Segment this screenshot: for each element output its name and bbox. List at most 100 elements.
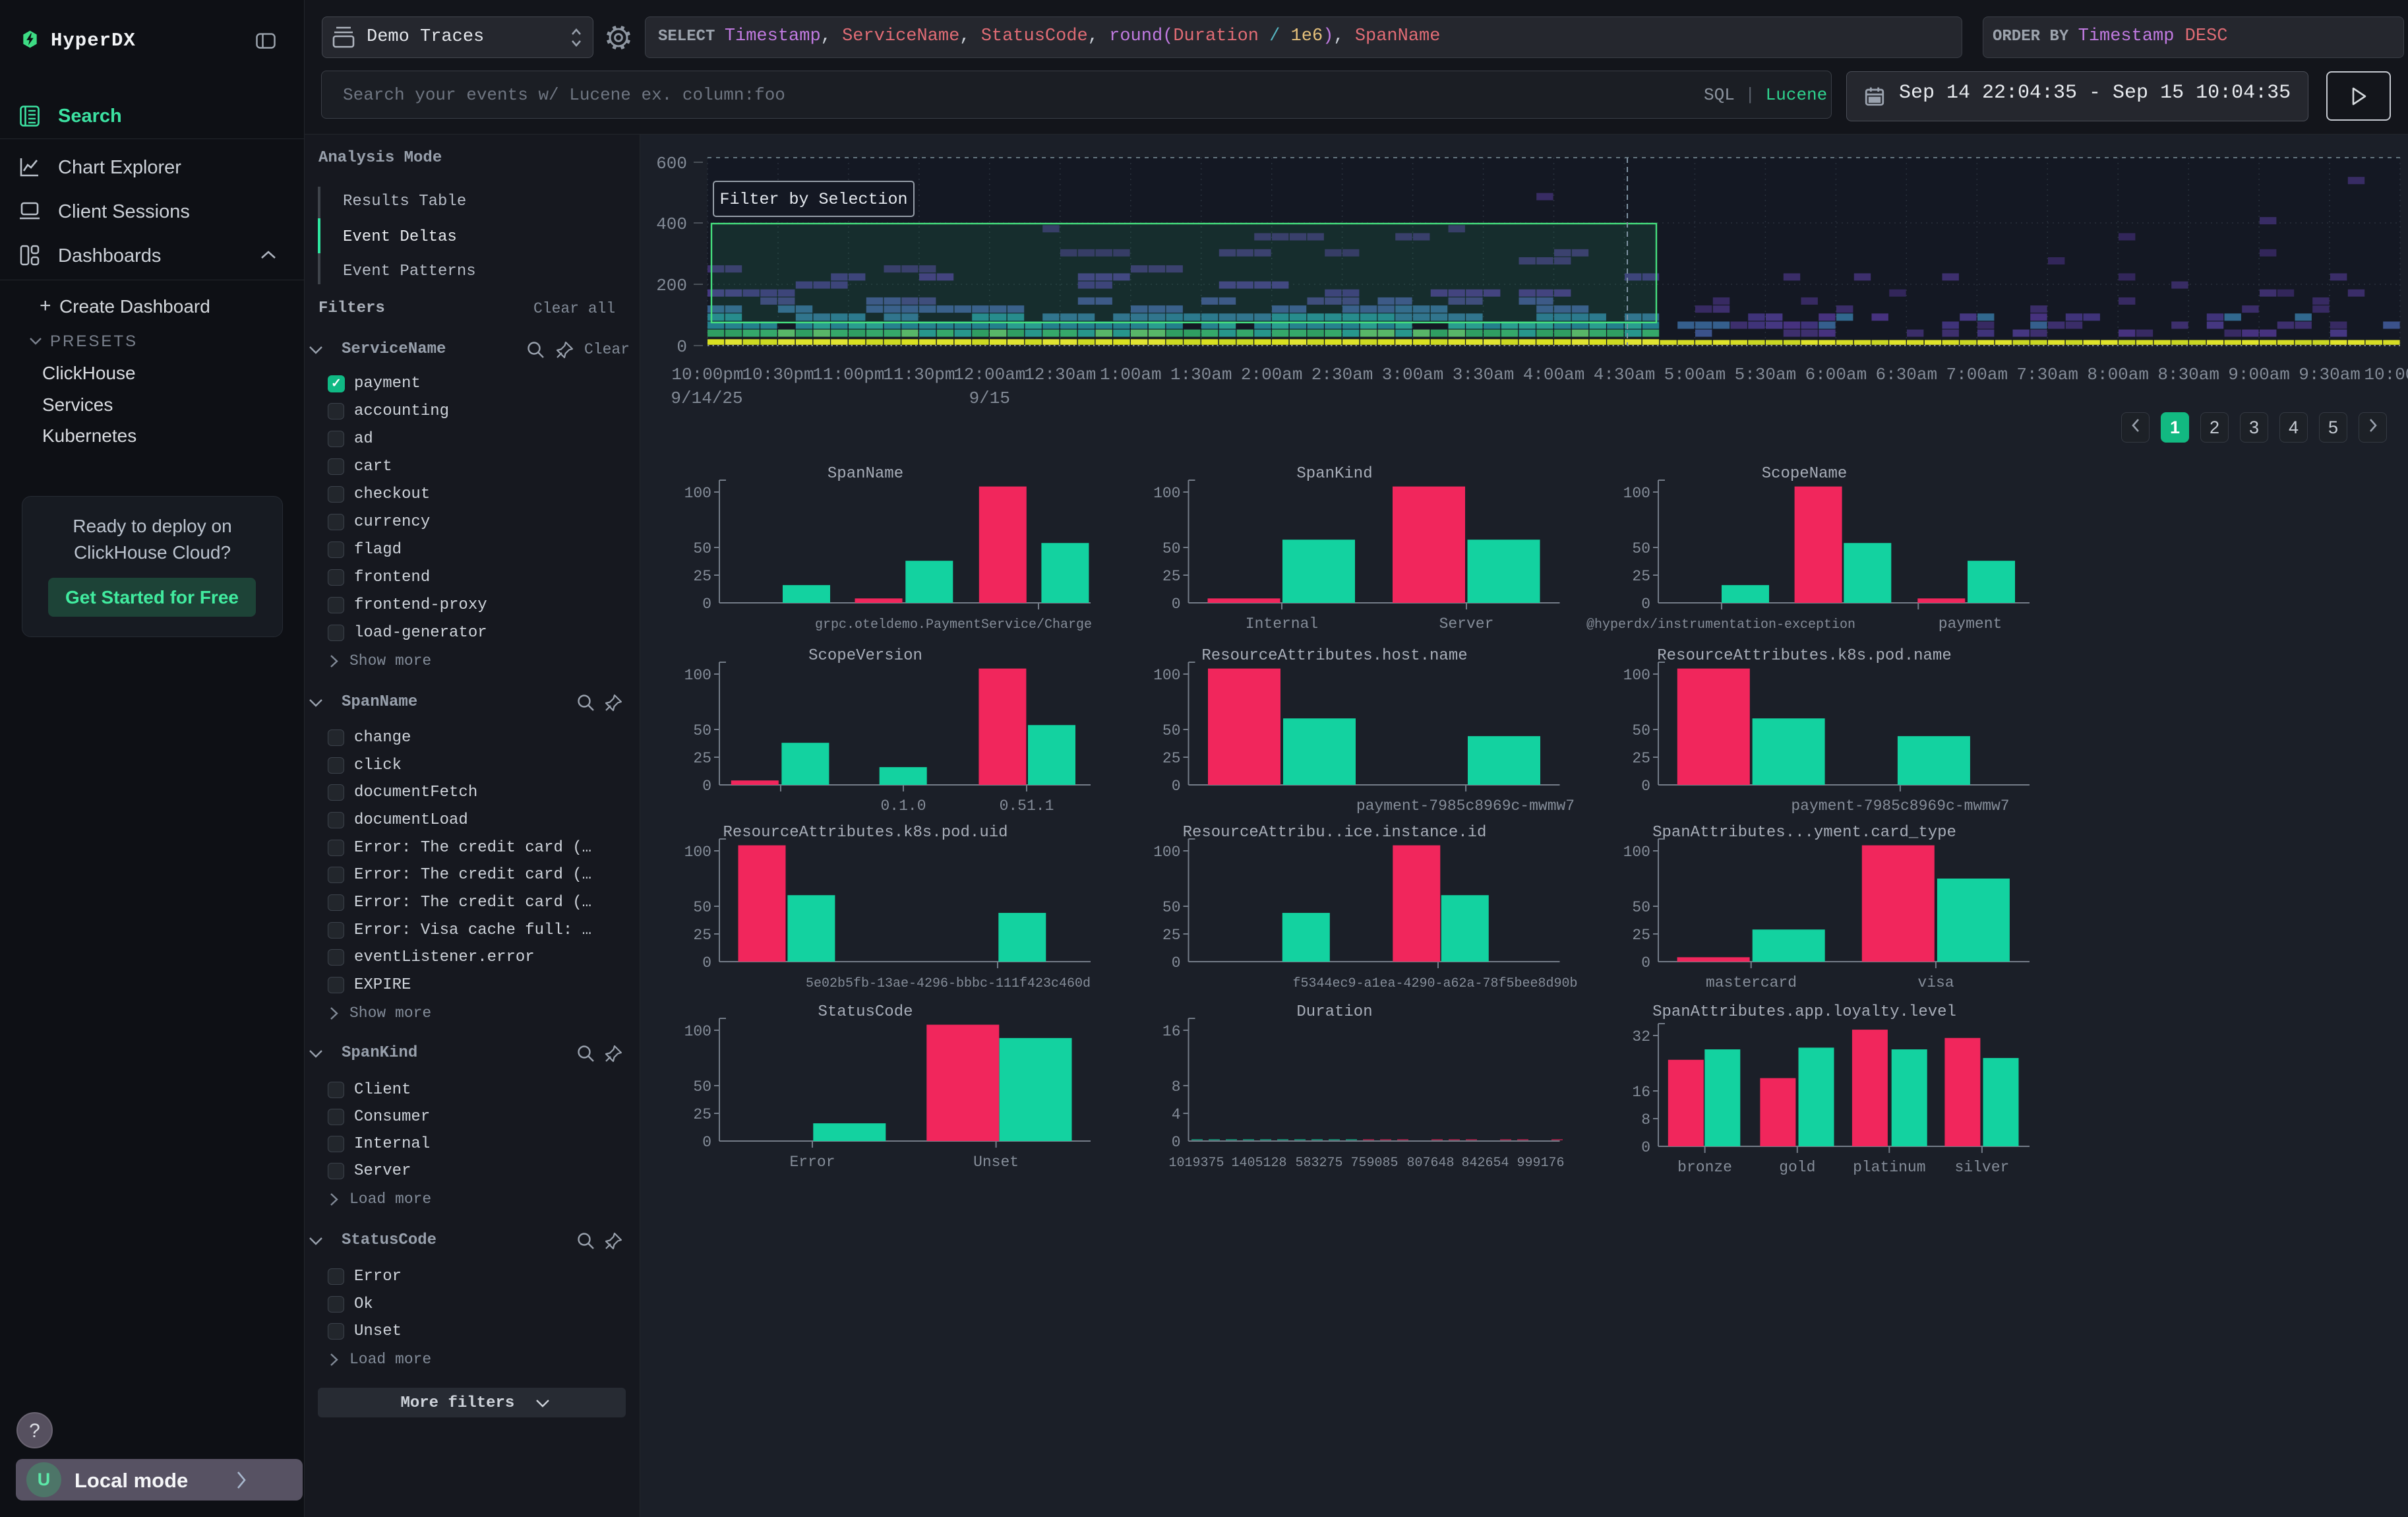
svg-text:payment: payment xyxy=(1939,615,2002,633)
svg-text:mastercard: mastercard xyxy=(1706,974,1797,991)
svg-text:SpanName: SpanName xyxy=(828,465,903,483)
svg-text:ResourceAttribu..ice.instance.: ResourceAttribu..ice.instance.id xyxy=(1183,824,1487,842)
svg-text:ResourceAttributes.host.name: ResourceAttributes.host.name xyxy=(1201,647,1467,665)
svg-text:100: 100 xyxy=(1153,485,1180,502)
svg-text:11:00pm: 11:00pm xyxy=(812,365,884,385)
svg-text:0: 0 xyxy=(1641,954,1650,972)
svg-text:8:30am: 8:30am xyxy=(2157,365,2219,385)
svg-text:2:00am: 2:00am xyxy=(1241,365,1303,385)
svg-text:0: 0 xyxy=(1641,1139,1650,1156)
svg-text:25: 25 xyxy=(1632,927,1650,944)
svg-text:bronze: bronze xyxy=(1677,1159,1732,1176)
svg-text:0: 0 xyxy=(702,1134,711,1151)
svg-text:5:30am: 5:30am xyxy=(1735,365,1797,385)
svg-text:StatusCode: StatusCode xyxy=(818,1003,913,1021)
svg-text:6:00am: 6:00am xyxy=(1805,365,1867,385)
svg-text:50: 50 xyxy=(1162,899,1181,916)
svg-text:11:30pm: 11:30pm xyxy=(883,365,955,385)
svg-text:25: 25 xyxy=(693,927,711,944)
svg-text:1019375: 1019375 xyxy=(1168,1156,1224,1171)
svg-text:9/14/25: 9/14/25 xyxy=(671,388,742,408)
svg-text:25: 25 xyxy=(1632,568,1650,585)
svg-text:25: 25 xyxy=(1632,750,1650,767)
svg-text:3:00am: 3:00am xyxy=(1382,365,1444,385)
svg-text:100: 100 xyxy=(1153,844,1180,861)
svg-text:12:00am: 12:00am xyxy=(953,365,1025,385)
svg-text:50: 50 xyxy=(1632,722,1650,739)
svg-text:25: 25 xyxy=(1162,568,1181,585)
svg-text:25: 25 xyxy=(1162,750,1181,767)
svg-text:6:30am: 6:30am xyxy=(1875,365,1937,385)
svg-text:2:30am: 2:30am xyxy=(1311,365,1373,385)
svg-text:0: 0 xyxy=(1172,596,1181,613)
svg-text:ScopeVersion: ScopeVersion xyxy=(808,647,922,665)
svg-text:0.1.0: 0.1.0 xyxy=(880,797,926,815)
svg-text:50: 50 xyxy=(693,540,711,557)
svg-text:50: 50 xyxy=(693,899,711,916)
svg-text:ResourceAttributes.k8s.pod.nam: ResourceAttributes.k8s.pod.name xyxy=(1657,647,1951,665)
svg-text:200: 200 xyxy=(656,276,687,295)
svg-text:ScopeName: ScopeName xyxy=(1762,465,1848,483)
svg-text:10:00am: 10:00am xyxy=(2364,365,2408,385)
svg-text:0: 0 xyxy=(702,954,711,972)
svg-text:50: 50 xyxy=(1162,540,1181,557)
svg-text:Unset: Unset xyxy=(973,1154,1019,1171)
svg-text:25: 25 xyxy=(693,750,711,767)
svg-text:silver: silver xyxy=(1954,1159,2009,1176)
svg-text:ResourceAttributes.k8s.pod.uid: ResourceAttributes.k8s.pod.uid xyxy=(723,824,1008,842)
svg-text:5e02b5fb-13ae-4296-bbbc-111f42: 5e02b5fb-13ae-4296-bbbc-111f423c460d xyxy=(806,976,1091,991)
svg-text:16: 16 xyxy=(1632,1084,1650,1101)
svg-text:5:00am: 5:00am xyxy=(1664,365,1726,385)
svg-text:100: 100 xyxy=(684,1023,711,1040)
svg-text:0: 0 xyxy=(702,596,711,613)
svg-text:0: 0 xyxy=(1172,1134,1181,1151)
svg-text:1405128: 1405128 xyxy=(1231,1156,1286,1171)
svg-text:25: 25 xyxy=(693,1106,711,1123)
svg-text:0: 0 xyxy=(702,778,711,795)
svg-text:SpanKind: SpanKind xyxy=(1296,465,1372,483)
svg-text:12:30am: 12:30am xyxy=(1024,365,1096,385)
svg-text:SpanAttributes...yment.card_ty: SpanAttributes...yment.card_type xyxy=(1652,824,1956,842)
svg-text:0: 0 xyxy=(677,337,687,357)
svg-text:100: 100 xyxy=(1153,667,1180,684)
svg-text:0: 0 xyxy=(1641,596,1650,613)
svg-text:50: 50 xyxy=(1632,540,1650,557)
svg-text:grpc.oteldemo.PaymentService/C: grpc.oteldemo.PaymentService/Charge xyxy=(815,617,1092,633)
svg-text:f5344ec9-a1ea-4290-a62a-78f5be: f5344ec9-a1ea-4290-a62a-78f5bee8d90b xyxy=(1292,976,1577,991)
svg-text:0: 0 xyxy=(1172,778,1181,795)
svg-text:8: 8 xyxy=(1641,1111,1650,1129)
svg-text:50: 50 xyxy=(1632,899,1650,916)
svg-text:9:30am: 9:30am xyxy=(2299,365,2361,385)
svg-text:gold: gold xyxy=(1779,1159,1815,1176)
svg-text:7:30am: 7:30am xyxy=(2016,365,2078,385)
svg-text:Duration: Duration xyxy=(1296,1003,1372,1021)
svg-text:Error: Error xyxy=(789,1154,835,1171)
svg-text:@hyperdx/instrumentation-excep: @hyperdx/instrumentation-exception xyxy=(1586,617,1855,633)
svg-text:4:00am: 4:00am xyxy=(1523,365,1585,385)
svg-text:100: 100 xyxy=(1623,844,1650,861)
svg-text:payment-7985c8969c-mwmw7: payment-7985c8969c-mwmw7 xyxy=(1791,797,2009,815)
svg-text:50: 50 xyxy=(693,722,711,739)
svg-text:4: 4 xyxy=(1172,1106,1181,1123)
svg-text:50: 50 xyxy=(1162,722,1181,739)
svg-text:platinum: platinum xyxy=(1853,1159,1925,1176)
svg-text:Internal: Internal xyxy=(1246,615,1318,633)
svg-text:100: 100 xyxy=(684,844,711,861)
svg-text:3:30am: 3:30am xyxy=(1453,365,1515,385)
svg-text:583275: 583275 xyxy=(1295,1156,1342,1171)
svg-text:1:00am: 1:00am xyxy=(1100,365,1162,385)
svg-text:100: 100 xyxy=(684,667,711,684)
svg-text:4:30am: 4:30am xyxy=(1594,365,1656,385)
svg-text:9:00am: 9:00am xyxy=(2228,365,2290,385)
svg-text:visa: visa xyxy=(1917,974,1954,991)
svg-text:16: 16 xyxy=(1162,1023,1181,1040)
svg-text:25: 25 xyxy=(693,568,711,585)
svg-text:999176: 999176 xyxy=(1517,1156,1564,1171)
svg-text:7:00am: 7:00am xyxy=(1946,365,2008,385)
svg-text:8:00am: 8:00am xyxy=(2087,365,2149,385)
svg-text:SpanAttributes.app.loyalty.lev: SpanAttributes.app.loyalty.level xyxy=(1652,1003,1956,1021)
svg-text:0.51.1: 0.51.1 xyxy=(1000,797,1054,815)
svg-text:0: 0 xyxy=(1172,954,1181,972)
svg-text:842654: 842654 xyxy=(1461,1156,1509,1171)
svg-text:600: 600 xyxy=(656,154,687,173)
